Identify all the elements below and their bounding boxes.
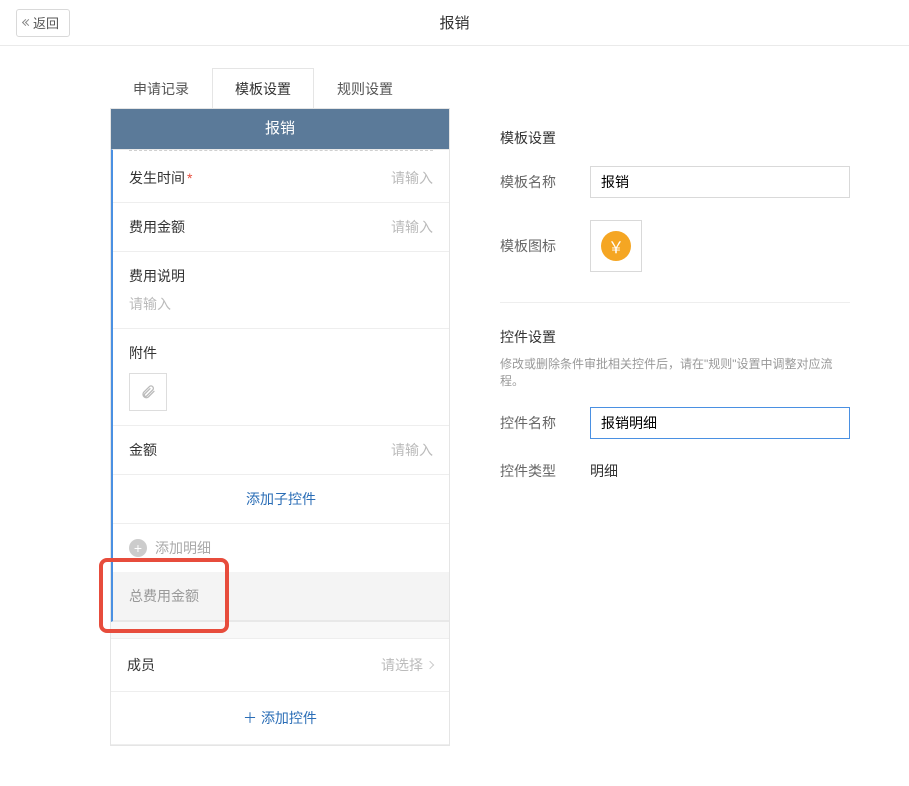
chevron-right-icon [426,661,434,669]
label-template-name: 模板名称 [500,172,560,192]
label-control-name: 控件名称 [500,413,560,433]
tab-template-settings[interactable]: 模板设置 [212,68,314,108]
field-money[interactable]: 金额 请输入 [113,425,449,474]
chevron-left-double-icon [23,20,31,25]
section-control-settings: 控件设置 [500,327,850,347]
label-template-icon: 模板图标 [500,220,560,256]
divider [500,302,850,303]
label-control-type: 控件类型 [500,461,560,481]
tabs: 申请记录 模板设置 规则设置 [110,68,450,108]
control-type-value: 明细 [590,461,618,481]
template-preview-panel: 报销 发生时间* 请输入 费用金额 请输入 费用说明 请输入 [110,108,450,746]
yen-icon: ￥ [601,231,631,261]
preview-title: 报销 [111,109,449,149]
placeholder: 请输入 [129,296,171,312]
field-expense-desc[interactable]: 费用说明 请输入 [113,251,449,328]
add-sub-control-button[interactable]: 添加子控件 [113,474,449,523]
paperclip-icon [140,384,156,400]
placeholder: 请选择 [381,655,423,675]
required-mark: * [187,170,192,186]
control-settings-hint: 修改或删除条件审批相关控件后，请在"规则"设置中调整对应流程。 [500,355,850,389]
section-template-settings: 模板设置 [500,128,850,148]
field-expense-amount[interactable]: 费用金额 请输入 [113,202,449,251]
page-title: 报销 [0,12,909,33]
placeholder: 请输入 [391,440,433,460]
field-occur-time[interactable]: 发生时间* 请输入 [113,154,449,202]
back-button[interactable]: 返回 [16,9,70,37]
control-name-input[interactable] [590,407,850,439]
field-attachment[interactable]: 附件 [113,328,449,425]
tab-rule-settings[interactable]: 规则设置 [314,68,416,108]
template-name-input[interactable] [590,166,850,198]
plus-icon: ＋ [243,710,261,726]
detail-card[interactable]: 发生时间* 请输入 费用金额 请输入 费用说明 请输入 附件 [111,149,449,622]
total-amount-row[interactable]: 总费用金额 [113,572,449,621]
attachment-add-button[interactable] [129,373,167,411]
add-control-button[interactable]: ＋ 添加控件 [111,692,449,745]
tab-apply-record[interactable]: 申请记录 [110,68,212,108]
field-member[interactable]: 成员 请选择 [111,638,449,692]
template-icon-picker[interactable]: ￥ [590,220,642,272]
plus-circle-icon: + [129,539,147,557]
add-detail-button[interactable]: + 添加明细 [113,523,449,572]
placeholder: 请输入 [391,217,433,237]
placeholder: 请输入 [391,168,433,188]
back-label: 返回 [33,13,59,32]
